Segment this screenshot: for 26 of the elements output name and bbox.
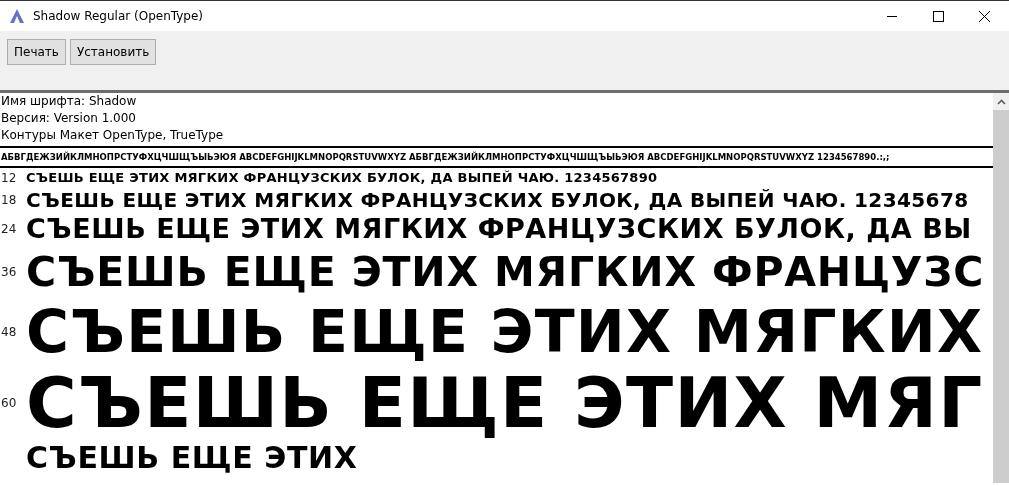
- sample-text: СЪЕШЬ ЕЩЕ ЭТИХ МЯГКИХ: [26, 302, 984, 362]
- scrollbar-thumb[interactable]: [993, 110, 1009, 483]
- app-icon: [9, 8, 25, 24]
- font-info-line: Имя шрифта: Shadow: [0, 93, 138, 110]
- size-label: 60: [0, 395, 18, 412]
- sample-text: СЪЕШЬ ЕЩЕ ЭТИХ МЯГКИХ ФРАНЦУЗСКИХ БУЛОК, ДА ВЫПЕЙ ЧАЮ. 1234567890: [26, 171, 658, 184]
- font-info-line: Контуры Макет OpenType, TrueType: [0, 127, 225, 144]
- scroll-up-button[interactable]: [993, 93, 1009, 110]
- sample-text: СЪЕШЬ ЕЩЕ ЭТИХ МЯГ: [26, 368, 984, 438]
- maximize-icon: [932, 10, 944, 22]
- sample-text: СЪЕШЬ ЕЩЕ ЭТИХ МЯГКИХ ФРАНЦУЗСКИХ БУЛОК, ДА ВЫ: [26, 215, 972, 242]
- toolbar-button[interactable]: Печать: [7, 39, 66, 65]
- toolbar-button[interactable]: Установить: [69, 39, 157, 65]
- sample-text: СЪЕШЬ ЕЩЕ ЭТИХ МЯГКИХ ФРАНЦУЗС: [26, 251, 985, 293]
- font-info-line: Версия: Version 1.000: [0, 110, 137, 127]
- size-label: 24: [0, 220, 18, 238]
- sample-text: СЪЕШЬ ЕЩЕ ЭТИХ: [26, 443, 358, 473]
- close-icon: [978, 10, 990, 22]
- size-label: 18: [0, 191, 18, 209]
- size-label: 48: [0, 324, 18, 341]
- chevron-up-icon: [996, 98, 1006, 105]
- size-label: 36: [0, 264, 18, 281]
- sample-text: СЪЕШЬ ЕЩЕ ЭТИХ МЯГКИХ ФРАНЦУЗСКИХ БУЛОК, ДА ВЫПЕЙ ЧАЮ. 12345678: [26, 189, 969, 210]
- size-label: 12: [0, 169, 18, 187]
- character-set-text: АБВГДЕЖЗИЙКЛМНОПРСТУФХЦЧШЩЪЫЬЭЮЯ ABCDEFGHIJKLMNOPQRSTUVWXYZ АБВГДЕЖЗИЙКЛМНОПРСТУФХЦЧШЩЪЫЬЭЮЯ ABCDEFGHIJKLMNOPQRSTUVWXYZ 1234567890.:,;: [0, 146, 993, 168]
- window-title: Shadow Regular (OpenType): [33, 8, 204, 25]
